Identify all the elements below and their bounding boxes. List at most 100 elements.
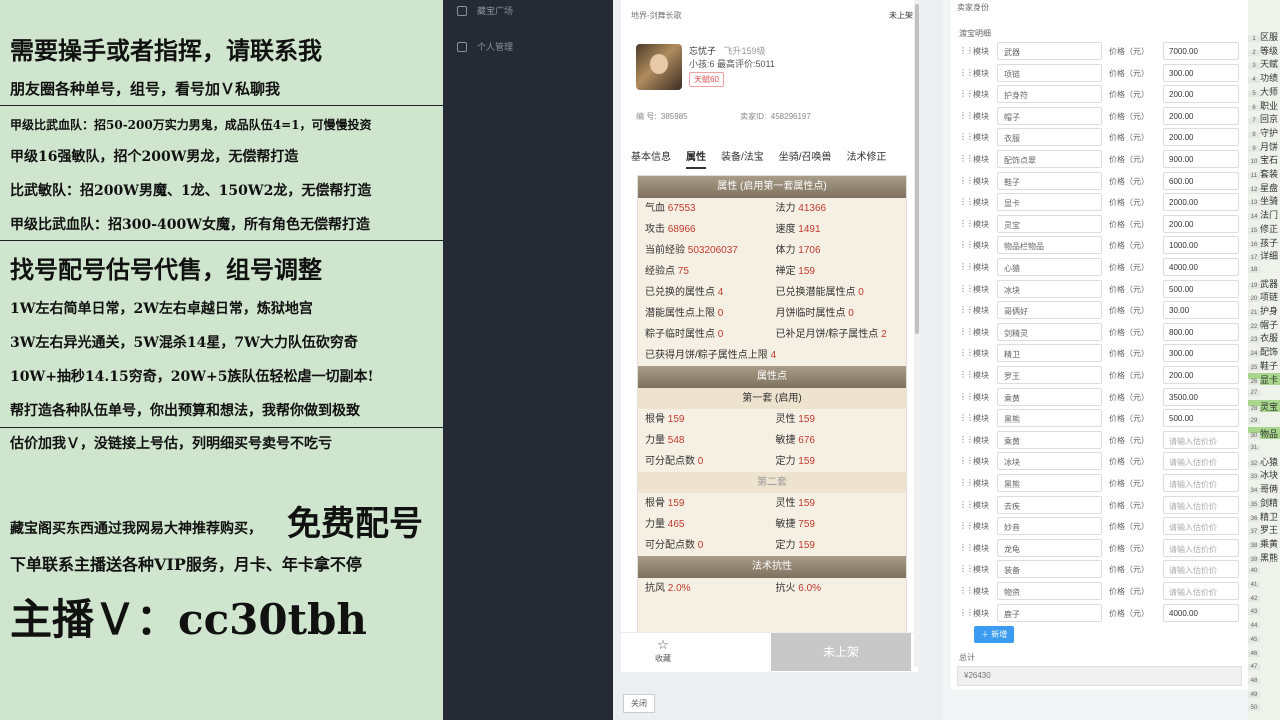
sheet-cell[interactable]: 黑熊 xyxy=(1260,553,1278,563)
drag-handle-icon[interactable]: ⋮⋮ xyxy=(959,500,974,509)
sheet-row[interactable]: 28 灵宝 xyxy=(1248,399,1280,412)
sheet-cell[interactable]: 显卡 xyxy=(1260,375,1278,385)
price-input[interactable]: 2000.00 xyxy=(1163,193,1239,212)
price-input[interactable]: 200.00 xyxy=(1163,128,1239,147)
sheet-cell[interactable]: 区服 xyxy=(1260,32,1278,42)
item-select[interactable]: 装备 xyxy=(997,560,1102,579)
sheet-cell[interactable]: 法门 xyxy=(1260,210,1278,220)
sheet-row[interactable]: 48 xyxy=(1248,674,1280,686)
sheet-cell[interactable]: 鞋子 xyxy=(1260,361,1278,371)
price-input[interactable]: 请输入估价价 xyxy=(1163,474,1239,492)
sheet-row[interactable]: 26 显卡 xyxy=(1248,372,1280,385)
drag-handle-icon[interactable]: ⋮⋮ xyxy=(959,478,974,487)
price-input[interactable]: 3500.00 xyxy=(1163,387,1239,406)
sheet-row[interactable]: 5 大师 xyxy=(1248,85,1280,97)
sheet-row[interactable]: 10 宝石 xyxy=(1248,153,1280,166)
item-select[interactable]: 剑精灵 xyxy=(997,322,1102,341)
drag-handle-icon[interactable]: ⋮⋮ xyxy=(959,219,974,228)
sheet-row[interactable]: 38 乘黄 xyxy=(1248,537,1280,549)
drag-handle-icon[interactable]: ⋮⋮ xyxy=(959,111,974,120)
sheet-row[interactable]: 49 xyxy=(1248,688,1280,700)
drag-handle-icon[interactable]: ⋮⋮ xyxy=(959,240,974,249)
item-select[interactable]: 冰块 xyxy=(997,279,1102,298)
sheet-row[interactable]: 18 xyxy=(1248,263,1280,275)
price-input[interactable]: 30.00 xyxy=(1163,301,1239,320)
sheet-cell[interactable]: 哥俩 xyxy=(1260,484,1278,494)
tab[interactable]: 属性 xyxy=(686,148,706,169)
drag-handle-icon[interactable]: ⋮⋮ xyxy=(959,176,974,185)
item-select[interactable]: 护身符 xyxy=(997,85,1102,104)
price-input[interactable]: 请输入估价价 xyxy=(1163,495,1239,514)
price-input[interactable]: 200.00 xyxy=(1163,366,1239,384)
close-button[interactable]: 关闭 xyxy=(623,694,655,713)
sheet-cell[interactable]: 详细 xyxy=(1260,251,1278,261)
sidebar-item[interactable]: 藏宝广场 xyxy=(457,4,513,17)
price-input[interactable]: 请输入估价价 xyxy=(1163,452,1239,471)
sheet-row[interactable]: 27 xyxy=(1248,386,1280,398)
scrollbar-thumb[interactable] xyxy=(915,4,919,334)
sheet-cell[interactable]: 物品 xyxy=(1260,429,1278,439)
sheet-cell[interactable]: 心猿 xyxy=(1260,457,1278,467)
drag-handle-icon[interactable]: ⋮⋮ xyxy=(959,327,974,336)
drag-handle-icon[interactable]: ⋮⋮ xyxy=(959,68,974,77)
sheet-cell[interactable]: 守护 xyxy=(1260,128,1278,138)
price-input[interactable]: 请输入估价价 xyxy=(1163,582,1239,600)
sheet-row[interactable]: 23 衣服 xyxy=(1248,331,1280,344)
sheet-cell[interactable]: 帽子 xyxy=(1260,320,1278,330)
sheet-row[interactable]: 45 xyxy=(1248,633,1280,645)
sheet-cell[interactable]: 职业 xyxy=(1260,101,1278,111)
price-input[interactable]: 200.00 xyxy=(1163,106,1239,125)
sheet-row[interactable]: 20 项链 xyxy=(1248,290,1280,303)
sheet-row[interactable]: 6 职业 xyxy=(1248,99,1280,111)
sheet-row[interactable]: 2 等级 xyxy=(1248,44,1280,56)
add-row-button[interactable]: ＋ 新增 xyxy=(974,626,1015,643)
sheet-row[interactable]: 16 孩子 xyxy=(1248,236,1280,248)
sheet-row[interactable]: 1 区服 xyxy=(1248,30,1280,42)
item-select[interactable]: 去疾 xyxy=(997,495,1102,514)
sheet-cell[interactable]: 配饰 xyxy=(1260,347,1278,357)
price-input[interactable]: 300.00 xyxy=(1163,63,1239,82)
sheet-row[interactable]: 11 套装 xyxy=(1248,167,1280,179)
item-select[interactable]: 武器 xyxy=(997,42,1102,60)
sheet-row[interactable]: 17 详细 xyxy=(1248,249,1280,262)
price-input[interactable]: 900.00 xyxy=(1163,150,1239,168)
sheet-row[interactable]: 39 黑熊 xyxy=(1248,551,1280,563)
drag-handle-icon[interactable]: ⋮⋮ xyxy=(959,89,974,98)
sheet-row[interactable]: 22 帽子 xyxy=(1248,318,1280,330)
sheet-cell[interactable]: 功绩 xyxy=(1260,73,1278,83)
drag-handle-icon[interactable]: ⋮⋮ xyxy=(959,262,974,271)
price-input[interactable]: 请输入估价价 xyxy=(1163,517,1239,536)
sheet-cell[interactable]: 宝石 xyxy=(1260,155,1278,165)
drag-handle-icon[interactable]: ⋮⋮ xyxy=(959,586,974,595)
sheet-row[interactable]: 13 坐骑 xyxy=(1248,194,1280,207)
sheet-cell[interactable]: 剑精 xyxy=(1260,498,1278,508)
sheet-row[interactable]: 15 修正 xyxy=(1248,222,1280,234)
item-select[interactable]: 配饰点翠 xyxy=(997,150,1102,168)
item-select[interactable]: 物资 xyxy=(997,582,1102,600)
drag-handle-icon[interactable]: ⋮⋮ xyxy=(959,608,974,617)
drag-handle-icon[interactable]: ⋮⋮ xyxy=(959,348,974,357)
sheet-row[interactable]: 4 功绩 xyxy=(1248,71,1280,84)
drag-handle-icon[interactable]: ⋮⋮ xyxy=(959,392,974,401)
item-select[interactable]: 鞋子 xyxy=(997,171,1102,190)
item-select[interactable]: 冰块 xyxy=(997,452,1102,471)
sheet-cell[interactable]: 修正 xyxy=(1260,224,1278,234)
tab[interactable]: 坐骑/召唤兽 xyxy=(779,148,832,169)
sheet-cell[interactable]: 项链 xyxy=(1260,292,1278,302)
buy-button[interactable]: 未上架 xyxy=(771,633,911,671)
sheet-row[interactable]: 50 xyxy=(1248,701,1280,713)
favorite-button[interactable]: ☆ 收藏 xyxy=(655,637,671,664)
sheet-cell[interactable]: 灵宝 xyxy=(1260,402,1278,412)
price-input[interactable]: 500.00 xyxy=(1163,409,1239,428)
price-input[interactable]: 500.00 xyxy=(1163,279,1239,298)
drag-handle-icon[interactable]: ⋮⋮ xyxy=(959,154,974,163)
item-select[interactable]: 妙音 xyxy=(997,517,1102,536)
item-select[interactable]: 黑熊 xyxy=(997,409,1102,428)
item-select[interactable]: 衣服 xyxy=(997,128,1102,147)
sheet-row[interactable]: 41 xyxy=(1248,578,1280,590)
sheet-row[interactable]: 9 月饼 xyxy=(1248,140,1280,152)
sheet-row[interactable]: 24 配饰 xyxy=(1248,345,1280,358)
drag-handle-icon[interactable]: ⋮⋮ xyxy=(959,543,974,552)
sheet-row[interactable]: 14 法门 xyxy=(1248,208,1280,221)
sheet-row[interactable]: 19 武器 xyxy=(1248,277,1280,289)
